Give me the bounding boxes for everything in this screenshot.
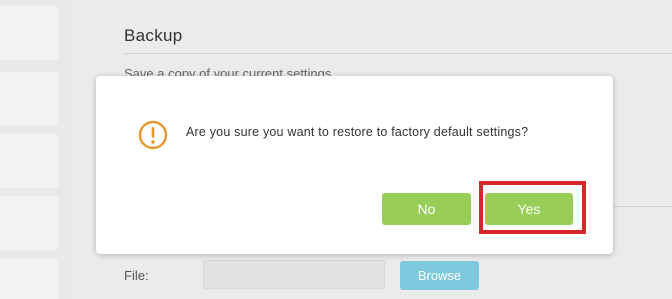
section-divider [124, 53, 672, 54]
sidebar-item[interactable] [0, 134, 58, 188]
no-button[interactable]: No [382, 193, 471, 225]
dialog-message: Are you sure you want to restore to fact… [186, 125, 529, 139]
sidebar-item[interactable] [0, 72, 58, 126]
warning-circle-icon [138, 120, 168, 150]
file-input[interactable] [203, 260, 385, 289]
browse-button[interactable]: Browse [400, 261, 479, 290]
page: Backup Save a copy of your current setti… [0, 0, 672, 299]
sidebar [0, 0, 58, 299]
sidebar-item[interactable] [0, 196, 58, 250]
confirm-dialog: Are you sure you want to restore to fact… [96, 76, 613, 254]
section-title: Backup [124, 26, 183, 45]
yes-button[interactable]: Yes [485, 193, 573, 225]
sidebar-item[interactable] [0, 6, 58, 60]
file-label: File: [124, 268, 149, 283]
sidebar-item[interactable] [0, 258, 58, 299]
